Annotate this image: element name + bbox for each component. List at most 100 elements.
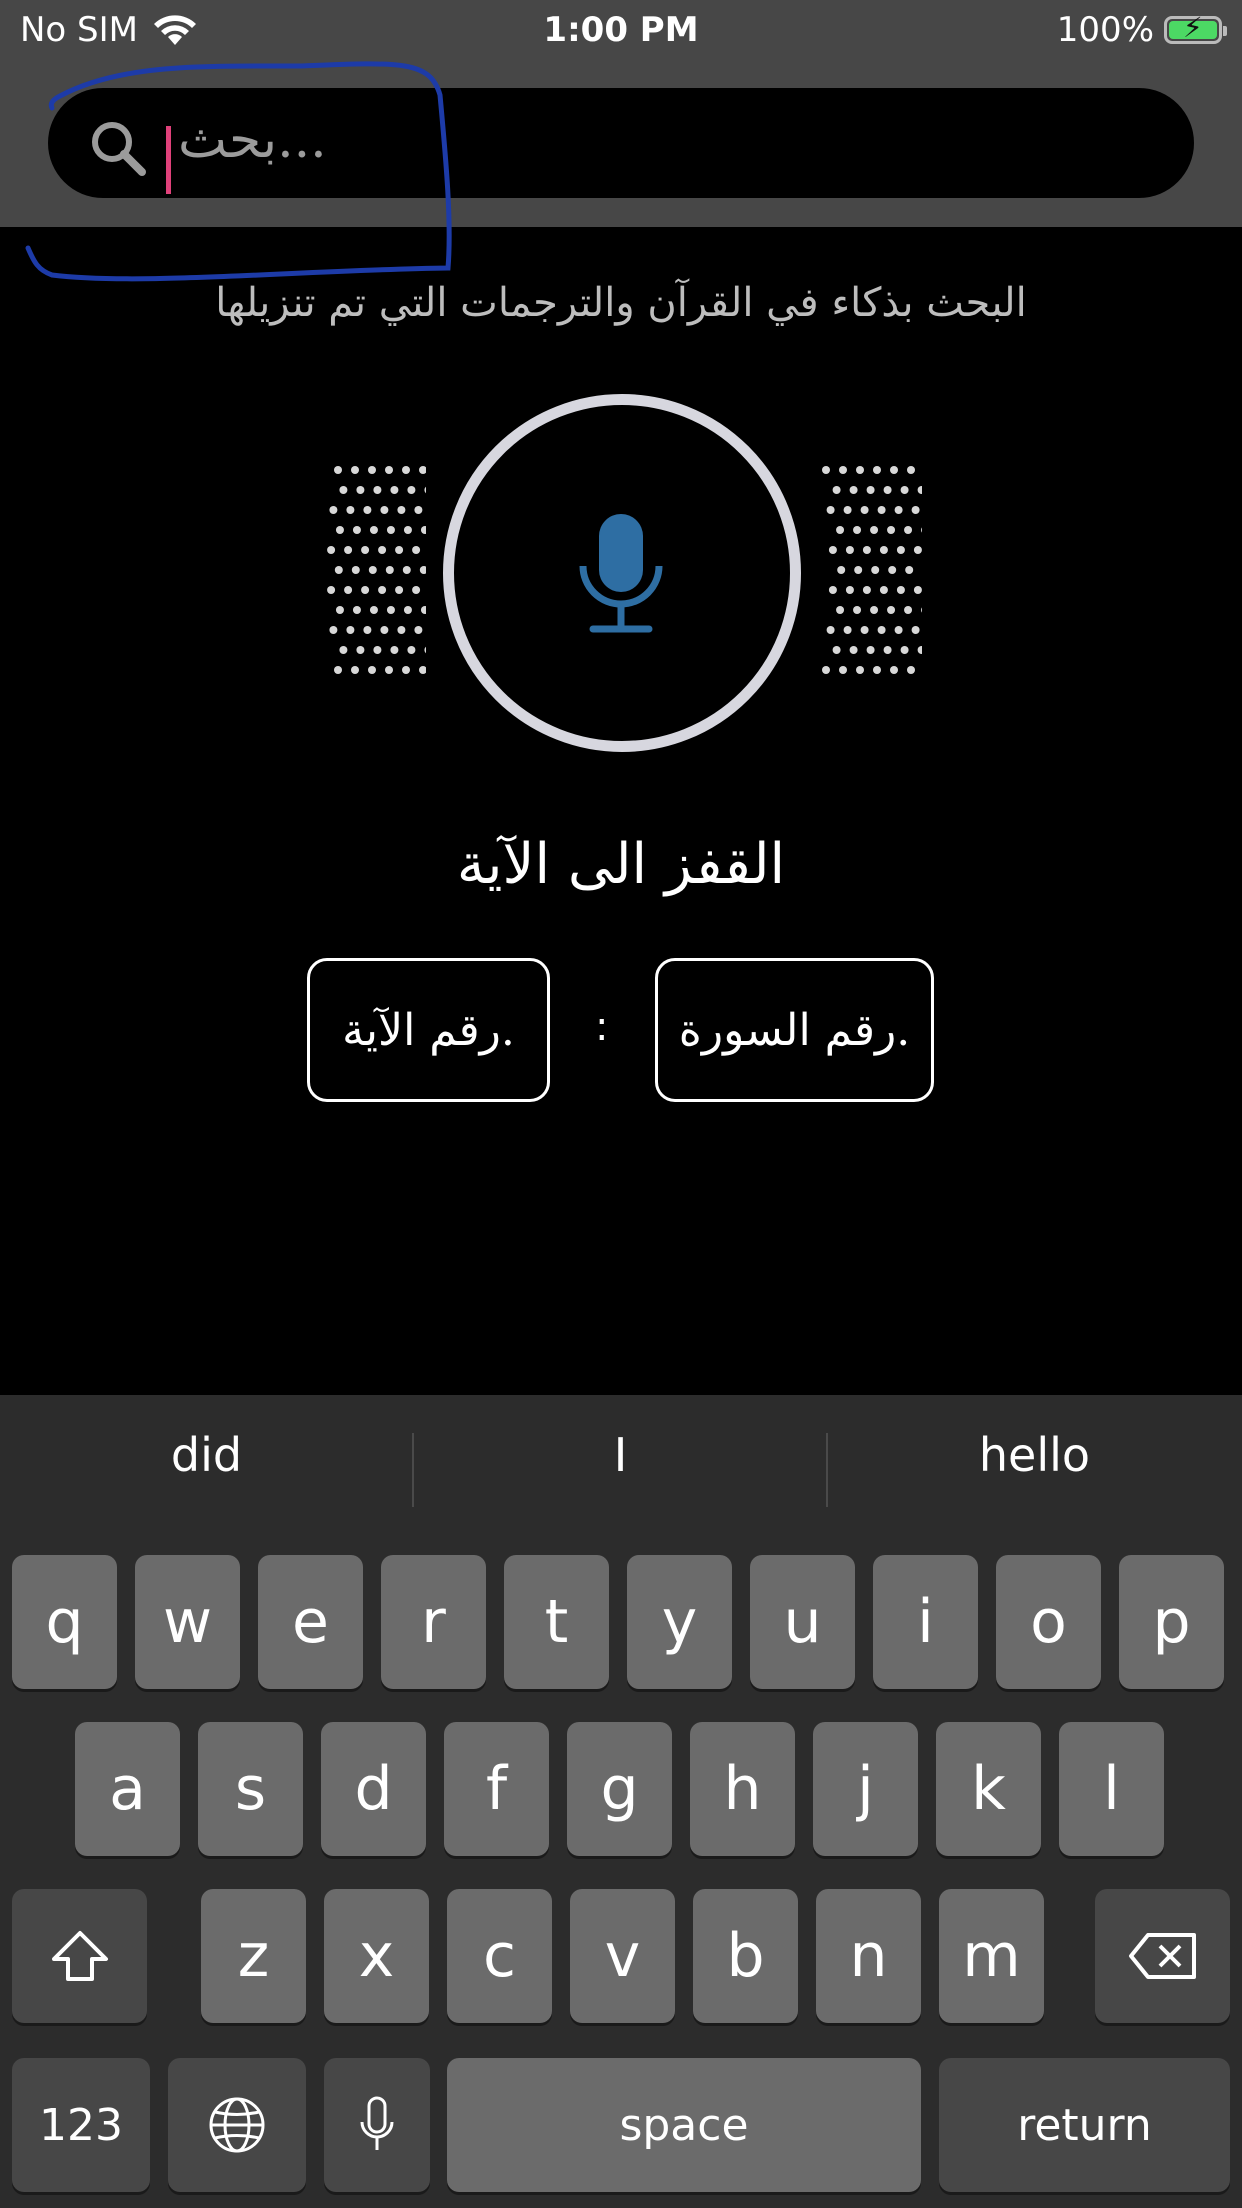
key-y[interactable]: y xyxy=(627,1555,732,1689)
decoration-dot xyxy=(419,466,426,474)
space-key[interactable]: space xyxy=(447,2058,921,2192)
key-h[interactable]: h xyxy=(690,1722,795,1856)
decoration-dot xyxy=(386,526,395,534)
decoration-dot xyxy=(877,506,886,514)
decoration-dot xyxy=(828,546,837,554)
key-t[interactable]: t xyxy=(504,1555,609,1689)
decoration-dot xyxy=(887,526,896,534)
dictation-key[interactable] xyxy=(324,2058,430,2192)
decoration-dot xyxy=(896,546,905,554)
decoration-dot xyxy=(346,506,355,514)
decoration-dot xyxy=(361,546,370,554)
decoration-dot xyxy=(900,646,909,654)
decoration-dot xyxy=(424,646,426,654)
decoration-dot xyxy=(870,526,879,534)
decoration-dot xyxy=(368,666,376,674)
key-p[interactable]: p xyxy=(1119,1555,1224,1689)
shift-icon xyxy=(51,1931,108,1981)
decoration-dot xyxy=(856,666,864,674)
battery-group: 100% ⚡ xyxy=(1057,10,1227,50)
decoration-dot xyxy=(907,666,915,674)
decoration-dot xyxy=(351,466,359,474)
decoration-dot xyxy=(402,466,410,474)
decoration-dot xyxy=(385,466,393,474)
decoration-dot xyxy=(883,486,892,494)
decoration-dot xyxy=(904,526,913,534)
decoration-dot xyxy=(419,666,426,674)
suggestion-2[interactable]: I xyxy=(414,1395,827,1515)
decoration-dot xyxy=(412,586,421,594)
decoration-dot xyxy=(849,646,858,654)
decoration-dot xyxy=(356,486,365,494)
decoration-dot xyxy=(826,506,835,514)
key-i[interactable]: i xyxy=(873,1555,978,1689)
decoration-dot xyxy=(883,646,892,654)
status-bar: No SIM 1:00 PM 100% ⚡ xyxy=(0,0,1242,62)
decoration-dot xyxy=(913,546,922,554)
decoration-dot xyxy=(856,466,864,474)
key-v[interactable]: v xyxy=(570,1889,675,2023)
key-n[interactable]: n xyxy=(816,1889,921,2023)
key-g[interactable]: g xyxy=(567,1722,672,1856)
search-icon xyxy=(92,122,146,176)
key-w[interactable]: w xyxy=(135,1555,240,1689)
search-subtitle: البحث بذكاء في القرآن والترجمات التي تم … xyxy=(215,280,1027,326)
decoration-dot xyxy=(828,586,837,594)
decoration-dot xyxy=(385,666,393,674)
suggestion-3[interactable]: hello xyxy=(828,1395,1241,1515)
globe-key[interactable] xyxy=(168,2058,306,2192)
decoration-dot xyxy=(402,666,410,674)
key-m[interactable]: m xyxy=(939,1889,1044,2023)
battery-icon: ⚡ xyxy=(1164,14,1227,44)
dots-left-decoration xyxy=(327,466,426,674)
decoration-dot xyxy=(397,626,406,634)
decoration-dot xyxy=(907,466,915,474)
decoration-dot xyxy=(327,586,336,594)
decoration-dot xyxy=(407,486,416,494)
key-a[interactable]: a xyxy=(75,1722,180,1856)
suggestion-1[interactable]: did xyxy=(0,1395,413,1515)
decoration-dot xyxy=(419,566,426,574)
surah-number-field[interactable]: رقم السورة. xyxy=(655,958,934,1102)
shift-key[interactable] xyxy=(12,1889,147,2023)
key-x[interactable]: x xyxy=(324,1889,429,2023)
key-r[interactable]: r xyxy=(381,1555,486,1689)
decoration-dot xyxy=(879,546,888,554)
key-k[interactable]: k xyxy=(936,1722,1041,1856)
key-q[interactable]: q xyxy=(12,1555,117,1689)
key-e[interactable]: e xyxy=(258,1555,363,1689)
decoration-dot xyxy=(327,546,336,554)
delete-key[interactable] xyxy=(1095,1889,1230,2023)
decoration-dot xyxy=(363,506,372,514)
key-d[interactable]: d xyxy=(321,1722,426,1856)
decoration-dot xyxy=(352,526,361,534)
decoration-dot xyxy=(346,626,355,634)
key-s[interactable]: s xyxy=(198,1722,303,1856)
key-u[interactable]: u xyxy=(750,1555,855,1689)
decoration-dot xyxy=(414,626,423,634)
key-b[interactable]: b xyxy=(693,1889,798,2023)
decoration-dot xyxy=(390,486,399,494)
key-f[interactable]: f xyxy=(444,1722,549,1856)
key-z[interactable]: z xyxy=(201,1889,306,2023)
decoration-dot xyxy=(862,586,871,594)
decoration-dot xyxy=(921,527,922,533)
return-key[interactable]: return xyxy=(939,2058,1230,2192)
key-c[interactable]: c xyxy=(447,1889,552,2023)
decoration-dot xyxy=(904,606,913,614)
key-o[interactable]: o xyxy=(996,1555,1101,1689)
decoration-dot xyxy=(334,666,342,674)
decoration-dot xyxy=(420,606,426,614)
decoration-dot xyxy=(373,486,382,494)
decoration-dot xyxy=(344,546,353,554)
status-time: 1:00 PM xyxy=(543,10,699,50)
decoration-dot xyxy=(412,546,421,554)
key-l[interactable]: l xyxy=(1059,1722,1164,1856)
keyboard: did I hello qwertyuiop asdfghjkl zxcvbnm… xyxy=(0,1395,1242,2208)
search-input[interactable]: بحث... xyxy=(48,88,1194,198)
decoration-dot xyxy=(873,666,881,674)
numbers-key[interactable]: 123 xyxy=(12,2058,150,2192)
key-j[interactable]: j xyxy=(813,1722,918,1856)
ayah-number-field[interactable]: رقم الآية. xyxy=(307,958,550,1102)
decoration-dot xyxy=(900,486,909,494)
